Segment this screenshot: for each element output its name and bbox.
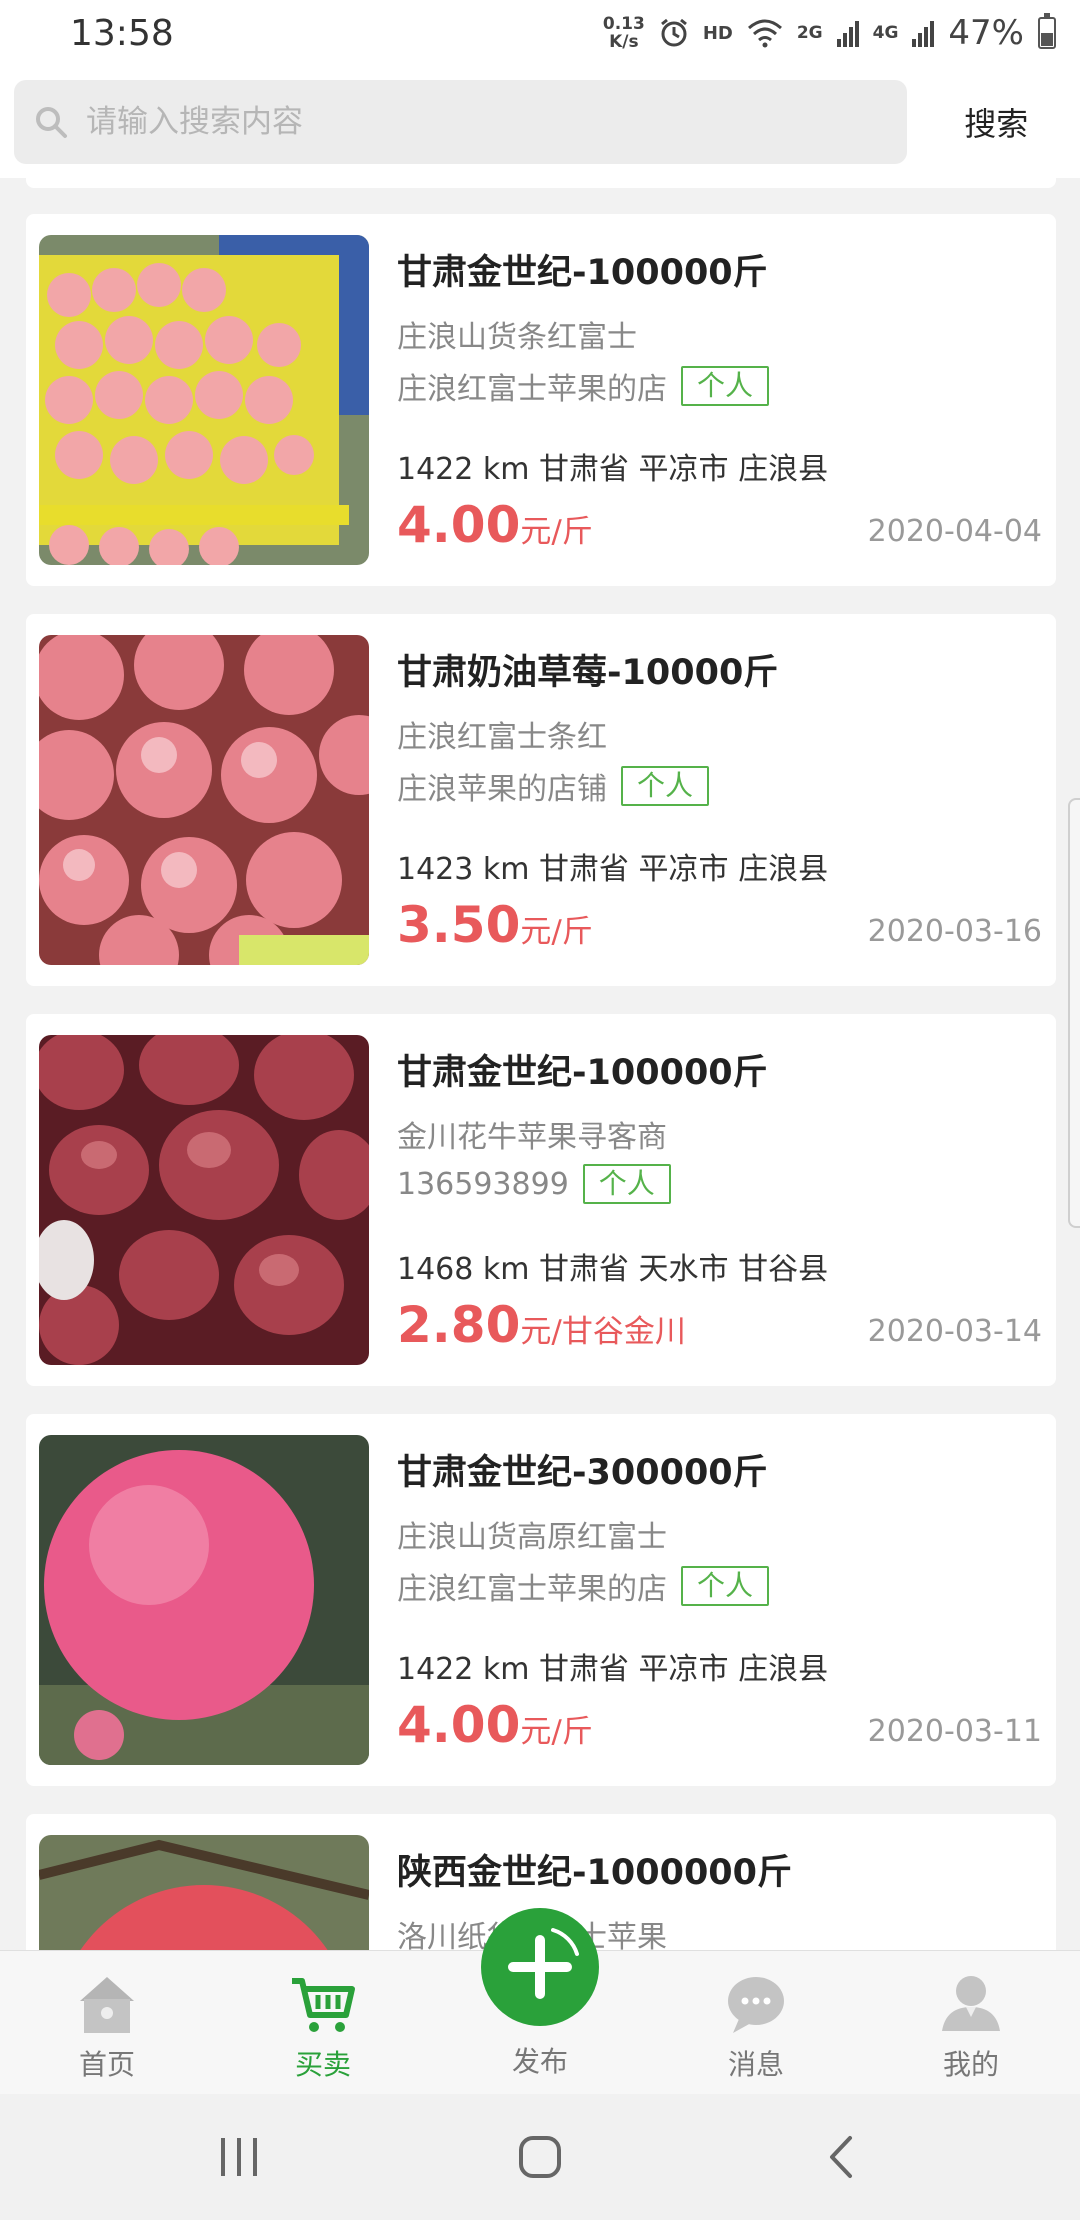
shop-row: 136593899 个人	[397, 1164, 671, 1204]
product-subtitle: 庄浪山货条红富士	[397, 320, 637, 355]
price-row: 3.50 元/斤	[397, 896, 593, 954]
alarm-icon	[660, 18, 687, 47]
search-icon	[36, 107, 67, 138]
publish-button[interactable]	[481, 1908, 599, 2026]
shop-name: 庄浪苹果的店铺	[397, 772, 607, 807]
nav-item-home[interactable]: 首页	[27, 1951, 187, 2095]
nav-item-messages[interactable]: 消息	[676, 1951, 836, 2095]
system-nav-bar	[0, 2094, 1080, 2220]
price-row: 2.80 元/甘谷金川	[397, 1296, 686, 1354]
product-title: 陕西金世纪-1000000斤	[397, 1853, 792, 1893]
signal-4g-label: 4G	[872, 23, 899, 43]
net-speed-value: 0.13	[602, 14, 645, 34]
product-title: 甘肃金世纪-100000斤	[397, 253, 768, 293]
wifi-icon	[747, 19, 782, 48]
product-location: 1422 km 甘肃省 平凉市 庄浪县	[397, 452, 829, 487]
search-button[interactable]: 搜索	[927, 99, 1066, 145]
shop-row: 庄浪红富士苹果的店 个人	[397, 1564, 770, 1608]
post-date: 2020-03-14	[867, 1314, 1042, 1349]
side-scroll-handle[interactable]	[1068, 798, 1080, 1228]
signal-2g-label: 2G	[796, 23, 823, 43]
back-button[interactable]	[802, 2124, 882, 2190]
user-profile-icon	[942, 1976, 1000, 2031]
seller-type-badge: 个人	[681, 366, 770, 406]
back-arrow-icon	[830, 2136, 852, 2178]
product-title: 甘肃金世纪-300000斤	[397, 1453, 768, 1493]
battery-percent: 47%	[948, 13, 1024, 53]
search-header: 搜索	[0, 66, 1080, 178]
product-price: 4.00	[397, 496, 521, 554]
product-location: 1468 km 甘肃省 天水市 甘谷县	[397, 1252, 829, 1287]
nav-label-trade: 买卖	[294, 2048, 351, 2081]
chat-bubble-icon	[728, 1977, 784, 2033]
status-icons: 0.13 K/s HD 2G 4G 47%	[603, 13, 1056, 53]
product-image[interactable]	[39, 635, 369, 965]
post-date: 2020-04-04	[867, 514, 1042, 549]
signal-icon-2	[912, 21, 935, 47]
product-price: 2.80	[397, 1296, 521, 1354]
price-row: 4.00 元/斤	[397, 1696, 593, 1754]
product-subtitle: 金川花牛苹果寻客商	[397, 1120, 667, 1155]
product-card[interactable]: 甘肃金世纪-100000斤 庄浪山货条红富士 庄浪红富士苹果的店 个人 1422…	[26, 214, 1056, 586]
product-card[interactable]: 甘肃奶油草莓-10000斤 庄浪红富士条红 庄浪苹果的店铺 个人 1423 km…	[26, 614, 1056, 986]
post-date: 2020-03-11	[867, 1714, 1042, 1749]
signal-icon	[836, 21, 859, 47]
product-price: 4.00	[397, 1696, 521, 1754]
product-location: 1423 km 甘肃省 平凉市 庄浪县	[397, 852, 829, 887]
price-unit: 元/甘谷金川	[520, 1314, 686, 1350]
price-unit: 元/斤	[520, 514, 593, 550]
previous-card-edge	[26, 178, 1056, 188]
price-unit: 元/斤	[520, 1714, 593, 1750]
product-image[interactable]	[39, 1835, 369, 1950]
home-icon	[80, 1977, 134, 2033]
nav-label-home: 首页	[78, 2048, 135, 2081]
seller-type-badge: 个人	[582, 1164, 671, 1204]
product-card[interactable]: 甘肃金世纪-300000斤 庄浪山货高原红富士 庄浪红富士苹果的店 个人 142…	[26, 1414, 1056, 1786]
product-price: 3.50	[397, 896, 521, 954]
home-circle-icon	[519, 2136, 561, 2178]
product-location: 1422 km 甘肃省 平凉市 庄浪县	[397, 1652, 829, 1687]
product-subtitle: 庄浪红富士条红	[397, 720, 607, 755]
shop-row: 庄浪苹果的店铺 个人	[397, 764, 710, 808]
nav-label-messages: 消息	[727, 2048, 784, 2081]
product-list[interactable]: 甘肃金世纪-100000斤 庄浪山货条红富士 庄浪红富士苹果的店 个人 1422…	[0, 178, 1080, 1950]
nav-label-mine: 我的	[942, 2048, 999, 2081]
seller-type-badge: 个人	[621, 766, 710, 806]
shopping-cart-icon	[292, 1978, 355, 2032]
recent-apps-button[interactable]	[199, 2124, 279, 2190]
home-button[interactable]	[500, 2124, 580, 2190]
plus-icon	[508, 1928, 579, 1999]
product-subtitle: 庄浪山货高原红富士	[397, 1520, 667, 1555]
product-card[interactable]: 甘肃金世纪-100000斤 金川花牛苹果寻客商 136593899 个人 146…	[26, 1014, 1056, 1386]
net-speed: 0.13 K/s	[603, 15, 645, 51]
status-time: 13:58	[70, 12, 174, 54]
battery-icon	[1038, 13, 1056, 49]
price-row: 4.00 元/斤	[397, 496, 593, 554]
nav-label-publish: 发布	[511, 2045, 568, 2078]
post-date: 2020-03-16	[867, 914, 1042, 949]
hd-indicator: HD	[702, 22, 733, 44]
shop-name: 庄浪红富士苹果的店	[397, 1572, 667, 1607]
status-bar: 13:58 0.13 K/s HD 2G 4G 47%	[0, 0, 1080, 66]
seller-type-badge: 个人	[681, 1566, 770, 1606]
product-title: 甘肃奶油草莓-10000斤	[397, 653, 779, 693]
search-input[interactable]	[86, 104, 887, 140]
product-image[interactable]	[39, 235, 369, 565]
nav-item-mine[interactable]: 我的	[891, 1951, 1051, 2095]
product-title: 甘肃金世纪-100000斤	[397, 1053, 768, 1093]
nav-item-trade[interactable]: 买卖	[243, 1951, 403, 2095]
recent-apps-icon	[221, 2138, 257, 2176]
shop-row: 庄浪红富士苹果的店 个人	[397, 364, 770, 408]
product-image[interactable]	[39, 1435, 369, 1765]
shop-name: 136593899	[397, 1166, 569, 1202]
price-unit: 元/斤	[520, 914, 593, 950]
search-box[interactable]	[14, 80, 907, 164]
net-speed-unit: K/s	[609, 32, 639, 52]
product-image[interactable]	[39, 1035, 369, 1365]
shop-name: 庄浪红富士苹果的店	[397, 372, 667, 407]
screen: 13:58 0.13 K/s HD 2G 4G 47% 请输入搜索内容 搜索 甘…	[0, 0, 1080, 2220]
